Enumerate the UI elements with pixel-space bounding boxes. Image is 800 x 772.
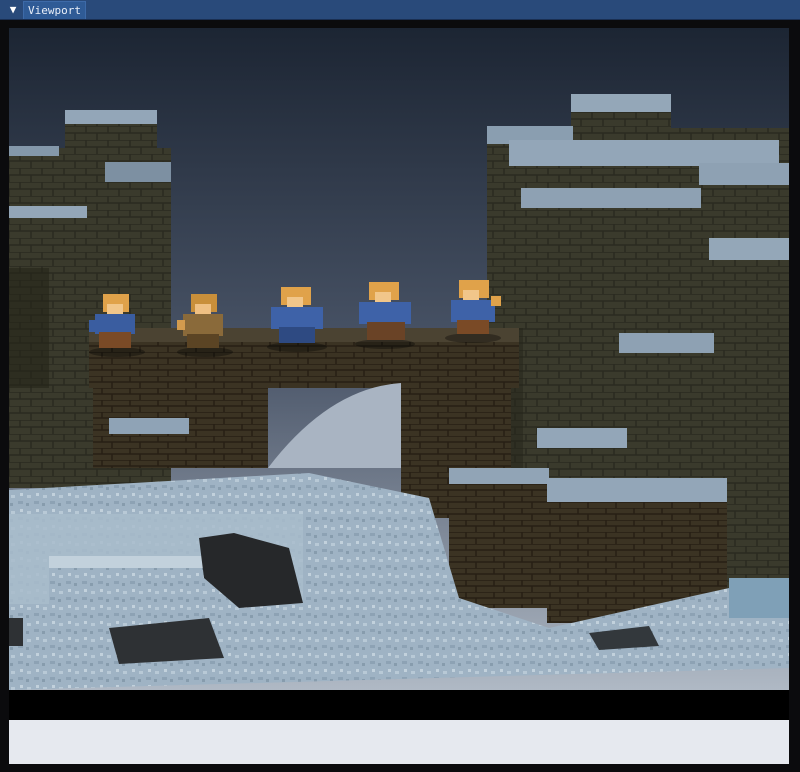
window-title[interactable]: Viewport: [23, 1, 86, 19]
collapse-arrow-icon[interactable]: ▼: [6, 3, 20, 16]
game-viewport[interactable]: [9, 28, 789, 764]
ground-plane: [9, 720, 789, 764]
window-titlebar: ▼ Viewport: [0, 0, 800, 20]
scene-canvas[interactable]: [9, 28, 789, 764]
right-stone-tower: [487, 94, 789, 528]
scene-base-shadow: [9, 690, 789, 720]
viewport-window: ▼ Viewport: [0, 0, 800, 772]
